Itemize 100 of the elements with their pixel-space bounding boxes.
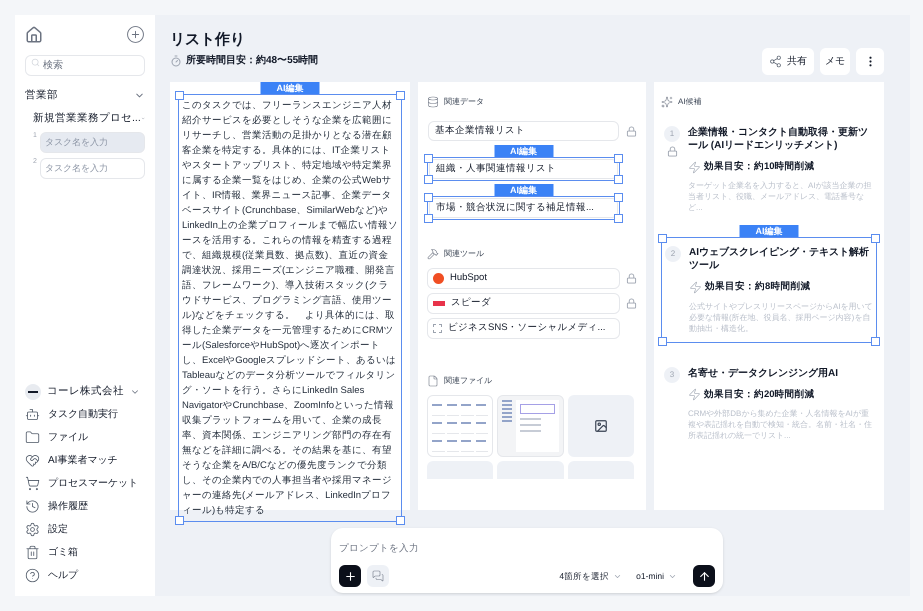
share-button[interactable]: 共有 — [762, 48, 814, 75]
add-icon[interactable] — [126, 25, 145, 44]
tool-name: HubSpot — [450, 271, 487, 286]
comment-button[interactable] — [367, 565, 389, 587]
resize-handle[interactable] — [396, 516, 405, 525]
tool-name: ビジネスSNS・ソーシャルメディ... — [448, 321, 606, 336]
resize-handle[interactable] — [396, 91, 405, 100]
section-title: 関連データ — [444, 96, 484, 108]
document-thumbnail[interactable] — [427, 395, 494, 457]
candidate-title: AIウェブスクレイピング・テキスト解析ツール — [689, 246, 870, 272]
tool-item[interactable]: HubSpot — [427, 268, 620, 289]
plus-icon — [344, 570, 356, 582]
candidate-description: ターゲット企業名を入力すると、AIが該当企業の担当者リスト、役職、メールアドレス、電話番号など... — [688, 180, 873, 214]
data-item[interactable]: 基本企業情報リスト — [428, 121, 619, 141]
lock-icon — [626, 298, 637, 309]
tool-item[interactable]: ビジネスSNS・ソーシャルメディ... — [427, 318, 620, 339]
section-title: 関連ツール — [444, 248, 484, 260]
task-name-field[interactable]: タスク名を入力 — [40, 158, 145, 178]
resize-handle[interactable] — [614, 214, 623, 223]
share-icon — [769, 55, 782, 68]
task-description: このタスクでは、フリーランスエンジニア人材紹介サービスを必要としそうな企業を広範囲にリサーチし、営業活動の足掛かりとなる潜在顧客企業を特定する。具体的には、IT企業リストやスタートアップリスト、特定地域や特定業界に属する企業一覧をはじめ、企業の公式Webサイト、IR情報、業界ニュース記事、企業データベースサイト(Crunchbase、SimilarWebなど)やLinkedIn上の企業プロフィールまで幅広い情報ソースを活用する。これらの情報を精査する過程で、組織規模(従業員数、拠点数)、直近の資金調達状況、採用ニーズ(エンジニア職種、開発言語、フレームワーク)、導入技術スタック(クラウドサービス、プログラミング言語、使用ツール)などをチェックする。 より具体的には、取得した企業データを一元管理するためにCRMツール(SalesforceやHubSpot)へ逐次インポートし、ExcelやGoogleスプレッドシート、あるいはTableauなどのデータ分析ツールでフィルタリング・ソートを行う。さらにLinkedIn Sales NavigatorやCrunchbase、ZoomInfoといった情報収集プラットフォームを用いて、企業の成長率、資本関係、エンジニアリング部門の存在有無などを詳細に調べる。その結果を基に、有望そうな企業をA/B/Cなどの優先度ランクで分類し、その企業内での人事担当者や採用マネージャーの連絡先(メールアドレス、LinkedInプロフィール)も特定する — [182, 99, 398, 518]
timer-icon — [170, 54, 182, 66]
logo-icon — [433, 273, 444, 284]
memo-button[interactable]: メモ — [820, 48, 850, 75]
comment-icon — [372, 570, 384, 582]
history-icon — [25, 499, 40, 514]
send-button[interactable] — [693, 565, 715, 587]
logo-icon — [433, 301, 445, 306]
document-thumbnail[interactable] — [497, 395, 564, 457]
data-item[interactable]: 組織・人事関連情報リスト — [429, 159, 618, 179]
home-icon[interactable] — [25, 26, 43, 44]
resize-handle[interactable] — [658, 336, 667, 346]
help-icon — [25, 568, 40, 583]
section-title: 関連ファイル — [444, 375, 492, 387]
sparkle-icon — [661, 96, 673, 108]
effect-estimate: 効果目安：約20時間削減 — [704, 388, 815, 402]
lock-icon — [666, 146, 678, 157]
time-estimate: 所要時間目安：約48〜55時間 — [186, 53, 318, 68]
tree-item[interactable]: 新規営業業務プロセ... — [33, 110, 145, 126]
ai-edit-label: AI編集 — [494, 145, 553, 157]
nav-item[interactable]: AI事業者マッチ — [25, 452, 145, 469]
image-placeholder[interactable] — [568, 395, 634, 457]
resize-handle[interactable] — [175, 516, 184, 525]
tree-group[interactable]: 営業部 — [25, 88, 145, 104]
robot-icon — [25, 407, 40, 422]
nav-item[interactable]: プロセスマーケット — [25, 475, 145, 492]
resize-handle[interactable] — [871, 234, 880, 244]
resize-handle[interactable] — [614, 154, 623, 163]
step-number: 3 — [664, 366, 680, 382]
company-logo-icon — [25, 384, 41, 400]
ai-edit-label: AI編集 — [494, 184, 553, 196]
step-number: 2 — [665, 246, 681, 262]
resize-handle[interactable] — [658, 234, 667, 244]
nav-item[interactable]: ゴミ箱 — [25, 544, 145, 561]
resize-handle[interactable] — [871, 336, 880, 346]
lock-icon — [626, 126, 637, 136]
data-item[interactable]: 市場・競合状況に関する補足情報... — [429, 198, 618, 218]
placeholder-icon — [433, 324, 442, 333]
handshake-icon — [25, 453, 40, 468]
gear-icon — [25, 522, 40, 537]
tool-name: スピーダ — [451, 296, 491, 310]
trash-icon — [25, 545, 40, 560]
folder-icon — [25, 430, 40, 445]
model-dropdown[interactable]: o1-mini — [636, 570, 677, 582]
bolt-icon — [688, 388, 701, 402]
ai-edit-label: AI編集 — [740, 225, 798, 238]
lock-icon — [626, 273, 637, 284]
nav-item[interactable]: 設定 — [25, 521, 145, 538]
bolt-icon — [689, 280, 702, 294]
cart-icon — [25, 476, 40, 491]
tool-item[interactable]: スピーダ — [427, 293, 620, 314]
step-number: 1 — [664, 126, 680, 142]
hammer-icon — [427, 248, 439, 260]
candidate-title: 名寄せ・データクレンジング用AI — [688, 366, 839, 380]
search-icon — [31, 58, 40, 67]
candidate-title: 企業情報・コンタクト自動取得・更新ツール (AIリードエンリッチメント) — [688, 126, 869, 152]
effect-estimate: 効果目安：約8時間削減 — [705, 280, 810, 294]
company-switcher[interactable]: コーレ株式会社 — [25, 384, 145, 400]
resize-handle[interactable] — [424, 154, 433, 163]
nav-item[interactable]: 操作履歴 — [25, 498, 145, 515]
section-title: AI候補 — [678, 96, 702, 108]
nav-item[interactable]: ヘルプ — [25, 567, 145, 584]
database-icon — [427, 96, 439, 108]
nav-item[interactable]: タスク自動実行 — [25, 406, 145, 423]
resize-handle[interactable] — [424, 214, 433, 223]
task-name-field[interactable]: タスク名を入力 — [40, 132, 145, 152]
page-title: リスト作り — [170, 30, 246, 50]
effect-estimate: 効果目安：約10時間削減 — [704, 160, 815, 174]
add-button[interactable] — [339, 565, 361, 587]
candidate-description: 公式サイトやプレスリリースページからAIを用いて必要な情報(所在地、役員名、採用ページ内容)を自動抽出・構造化。 — [689, 300, 873, 334]
resize-handle[interactable] — [175, 91, 184, 100]
image-icon — [594, 419, 608, 433]
file-icon — [427, 375, 439, 387]
nav-item[interactable]: ファイル — [25, 429, 145, 446]
selection-dropdown[interactable]: 4箇所を選択 — [559, 570, 622, 582]
search-field[interactable]: 検索 — [25, 55, 145, 76]
bolt-icon — [688, 160, 701, 174]
send-icon — [698, 570, 710, 582]
prompt-field[interactable]: プロンプトを入力 — [339, 542, 715, 556]
ai-edit-label: AI編集 — [260, 82, 320, 94]
